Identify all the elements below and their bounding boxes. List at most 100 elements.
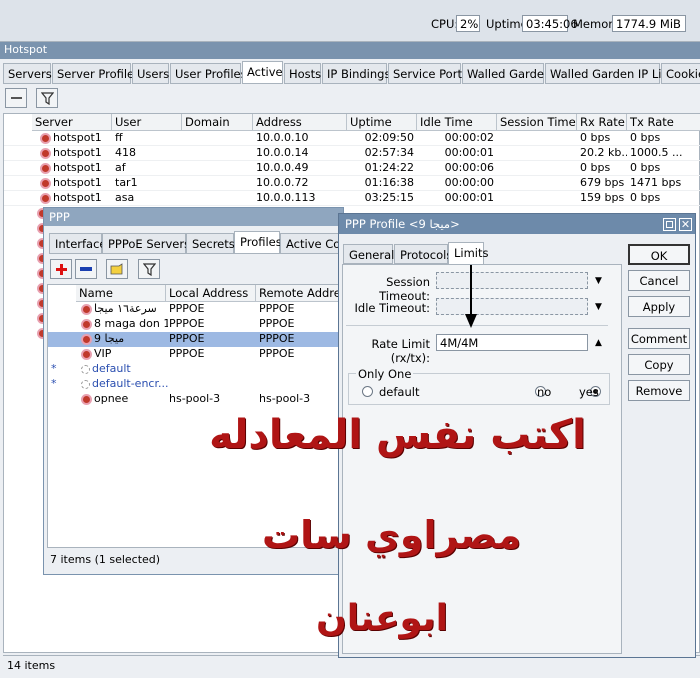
down-arrow-annotation-icon bbox=[465, 254, 477, 328]
hotspot-status-bar: 14 items bbox=[3, 655, 700, 675]
comment-button[interactable] bbox=[106, 259, 128, 279]
column-header[interactable]: Rx Rate bbox=[577, 114, 627, 131]
session-timeout-label: Session Timeout: bbox=[379, 275, 430, 303]
ppp-filter-button[interactable] bbox=[138, 259, 160, 279]
tab-server-profiles[interactable]: Server Profiles bbox=[52, 63, 140, 84]
copy-button[interactable]: Copy bbox=[628, 354, 690, 375]
cell-name: default-encr... bbox=[78, 377, 168, 392]
table-row[interactable]: * default-encr... bbox=[48, 377, 344, 392]
column-header[interactable]: Session Time ... bbox=[497, 114, 577, 131]
cancel-button[interactable]: Cancel bbox=[628, 270, 690, 291]
table-row[interactable]: hotspot1 418 10.0.0.14 02:57:34 00:00:01 20.2… bbox=[4, 146, 700, 161]
table-row[interactable]: سرعة١٦ ميجا PPPOE PPPOE bbox=[48, 302, 344, 317]
table-row[interactable]: VIP PPPOE PPPOE bbox=[48, 347, 344, 362]
remove-button[interactable] bbox=[75, 259, 97, 279]
ppp-tab-secrets[interactable]: Secrets bbox=[186, 233, 235, 254]
table-row[interactable]: hotspot1 asa 10.0.0.113 03:25:15 00:00:01 159… bbox=[4, 191, 700, 206]
tab-servers[interactable]: Servers bbox=[3, 63, 52, 84]
table-row[interactable]: hotspot1 tar1 10.0.0.72 01:16:38 00:00:00 679… bbox=[4, 176, 700, 191]
cell-text: 10.0.0.72 bbox=[256, 176, 309, 189]
ppp-tab-active-con[interactable]: Active Con bbox=[280, 233, 348, 254]
tab-service-ports[interactable]: Service Ports bbox=[388, 63, 468, 84]
tab-cookies[interactable]: Cookies bbox=[661, 63, 700, 84]
cell-remote-address: PPPOE bbox=[259, 317, 295, 330]
comment-dialog-button[interactable]: Comment bbox=[628, 328, 690, 349]
cell-text: hotspot1 bbox=[53, 191, 102, 204]
tab-active[interactable]: Active bbox=[242, 61, 283, 84]
table-row[interactable]: hotspot1 af 10.0.0.49 01:24:22 00:00:06 0 bps… bbox=[4, 161, 700, 176]
cell-domain bbox=[182, 131, 253, 146]
cell-remote-address: PPPOE bbox=[259, 332, 295, 345]
cell-text: ميجا 9 bbox=[94, 332, 125, 345]
table-row[interactable]: ميجا 9 PPPOE PPPOE bbox=[48, 332, 344, 347]
column-header[interactable]: Idle Time bbox=[417, 114, 497, 131]
apply-button[interactable]: Apply bbox=[628, 296, 690, 317]
cell-tx: 1000.5 ... bbox=[627, 146, 700, 161]
profile-tab-limits[interactable]: Limits bbox=[448, 242, 489, 265]
table-row[interactable]: 8 maga don 1 PPPOE PPPOE bbox=[48, 317, 344, 332]
ppp-tab-interface[interactable]: Interface bbox=[49, 233, 107, 254]
profile-tab-protocols[interactable]: Protocols bbox=[394, 244, 452, 264]
cell-remote-address: hs-pool-3 bbox=[259, 392, 311, 405]
cell-remote-address bbox=[256, 362, 344, 377]
rate-limit-collapse-icon[interactable]: ▲ bbox=[595, 338, 602, 348]
column-header[interactable]: Uptime bbox=[347, 114, 417, 131]
cell-text: hotspot1 bbox=[53, 161, 102, 174]
cell-uptime: 01:16:38 bbox=[347, 176, 417, 191]
radio-default-label: default bbox=[379, 385, 420, 399]
table-row[interactable]: hotspot1 ff 10.0.0.10 02:09:50 00:00:02 0 bps… bbox=[4, 131, 700, 146]
add-button[interactable] bbox=[50, 259, 72, 279]
column-header[interactable]: Domain bbox=[182, 114, 253, 131]
row-flag bbox=[48, 347, 60, 362]
session-timeout-field[interactable] bbox=[436, 272, 588, 289]
table-row[interactable]: opnee hs-pool-3 hs-pool-3 bbox=[48, 392, 344, 407]
cell-session bbox=[497, 176, 577, 191]
hotspot-user-icon bbox=[40, 177, 51, 189]
column-header[interactable]: Tx Rate bbox=[627, 114, 700, 131]
column-header[interactable]: User bbox=[112, 114, 182, 131]
cell-local-address: PPPOE bbox=[169, 347, 205, 360]
column-header[interactable]: Local Address bbox=[166, 285, 256, 302]
cell-text: opnee bbox=[94, 392, 129, 405]
cell-rx: 20.2 kb... bbox=[577, 146, 627, 161]
idle-timeout-field[interactable] bbox=[436, 298, 588, 315]
ppp-tab-pppoe-servers[interactable]: PPPoE Servers bbox=[102, 233, 190, 254]
cell-text: hotspot1 bbox=[53, 131, 102, 144]
cell-name: سرعة١٦ ميجا bbox=[78, 302, 168, 317]
ppp-tab-profiles[interactable]: Profiles bbox=[234, 231, 282, 254]
tab-users[interactable]: Users bbox=[132, 63, 169, 84]
tab-hosts[interactable]: Hosts bbox=[284, 63, 321, 84]
minus-button[interactable] bbox=[5, 88, 27, 108]
cell-text: 02:09:50 bbox=[364, 131, 414, 144]
ok-button[interactable]: OK bbox=[628, 244, 690, 265]
close-button[interactable]: ✕ bbox=[679, 218, 692, 231]
profile-tab-general[interactable]: General bbox=[343, 244, 394, 264]
rate-limit-field[interactable]: 4M/4M bbox=[436, 334, 588, 351]
tab-walled-garden-ip-list[interactable]: Walled Garden IP List bbox=[545, 63, 672, 84]
column-header[interactable]: Address bbox=[253, 114, 347, 131]
cell-session bbox=[497, 161, 577, 176]
cell-domain bbox=[182, 191, 253, 206]
radio-default[interactable] bbox=[362, 386, 373, 397]
maximize-button[interactable] bbox=[663, 218, 676, 231]
remove-profile-button[interactable]: Remove bbox=[628, 380, 690, 401]
idle-timeout-dropdown-icon[interactable]: ▼ bbox=[595, 302, 602, 312]
tab-walled-garden[interactable]: Walled Garden bbox=[462, 63, 551, 84]
note-icon bbox=[110, 263, 123, 275]
column-header[interactable]: Server bbox=[32, 114, 112, 131]
filter-button[interactable] bbox=[36, 88, 58, 108]
tab-ip-bindings[interactable]: IP Bindings bbox=[322, 63, 390, 84]
row-flag bbox=[48, 332, 60, 347]
session-timeout-dropdown-icon[interactable]: ▼ bbox=[595, 276, 602, 286]
column-header[interactable]: Name bbox=[76, 285, 166, 302]
cell-text: 10.0.0.14 bbox=[256, 146, 309, 159]
cell-user: asa bbox=[112, 191, 182, 206]
cell-tx: 0 bps bbox=[627, 131, 700, 146]
cell-session bbox=[497, 191, 577, 206]
cell-text: default-encr... bbox=[92, 377, 168, 390]
tab-user-profiles[interactable]: User Profiles bbox=[170, 63, 247, 84]
cell-uptime: 03:25:15 bbox=[347, 191, 417, 206]
table-row[interactable]: * default bbox=[48, 362, 344, 377]
cpu-value: 2% bbox=[456, 15, 480, 32]
column-header[interactable]: Remote Address bbox=[256, 285, 344, 302]
